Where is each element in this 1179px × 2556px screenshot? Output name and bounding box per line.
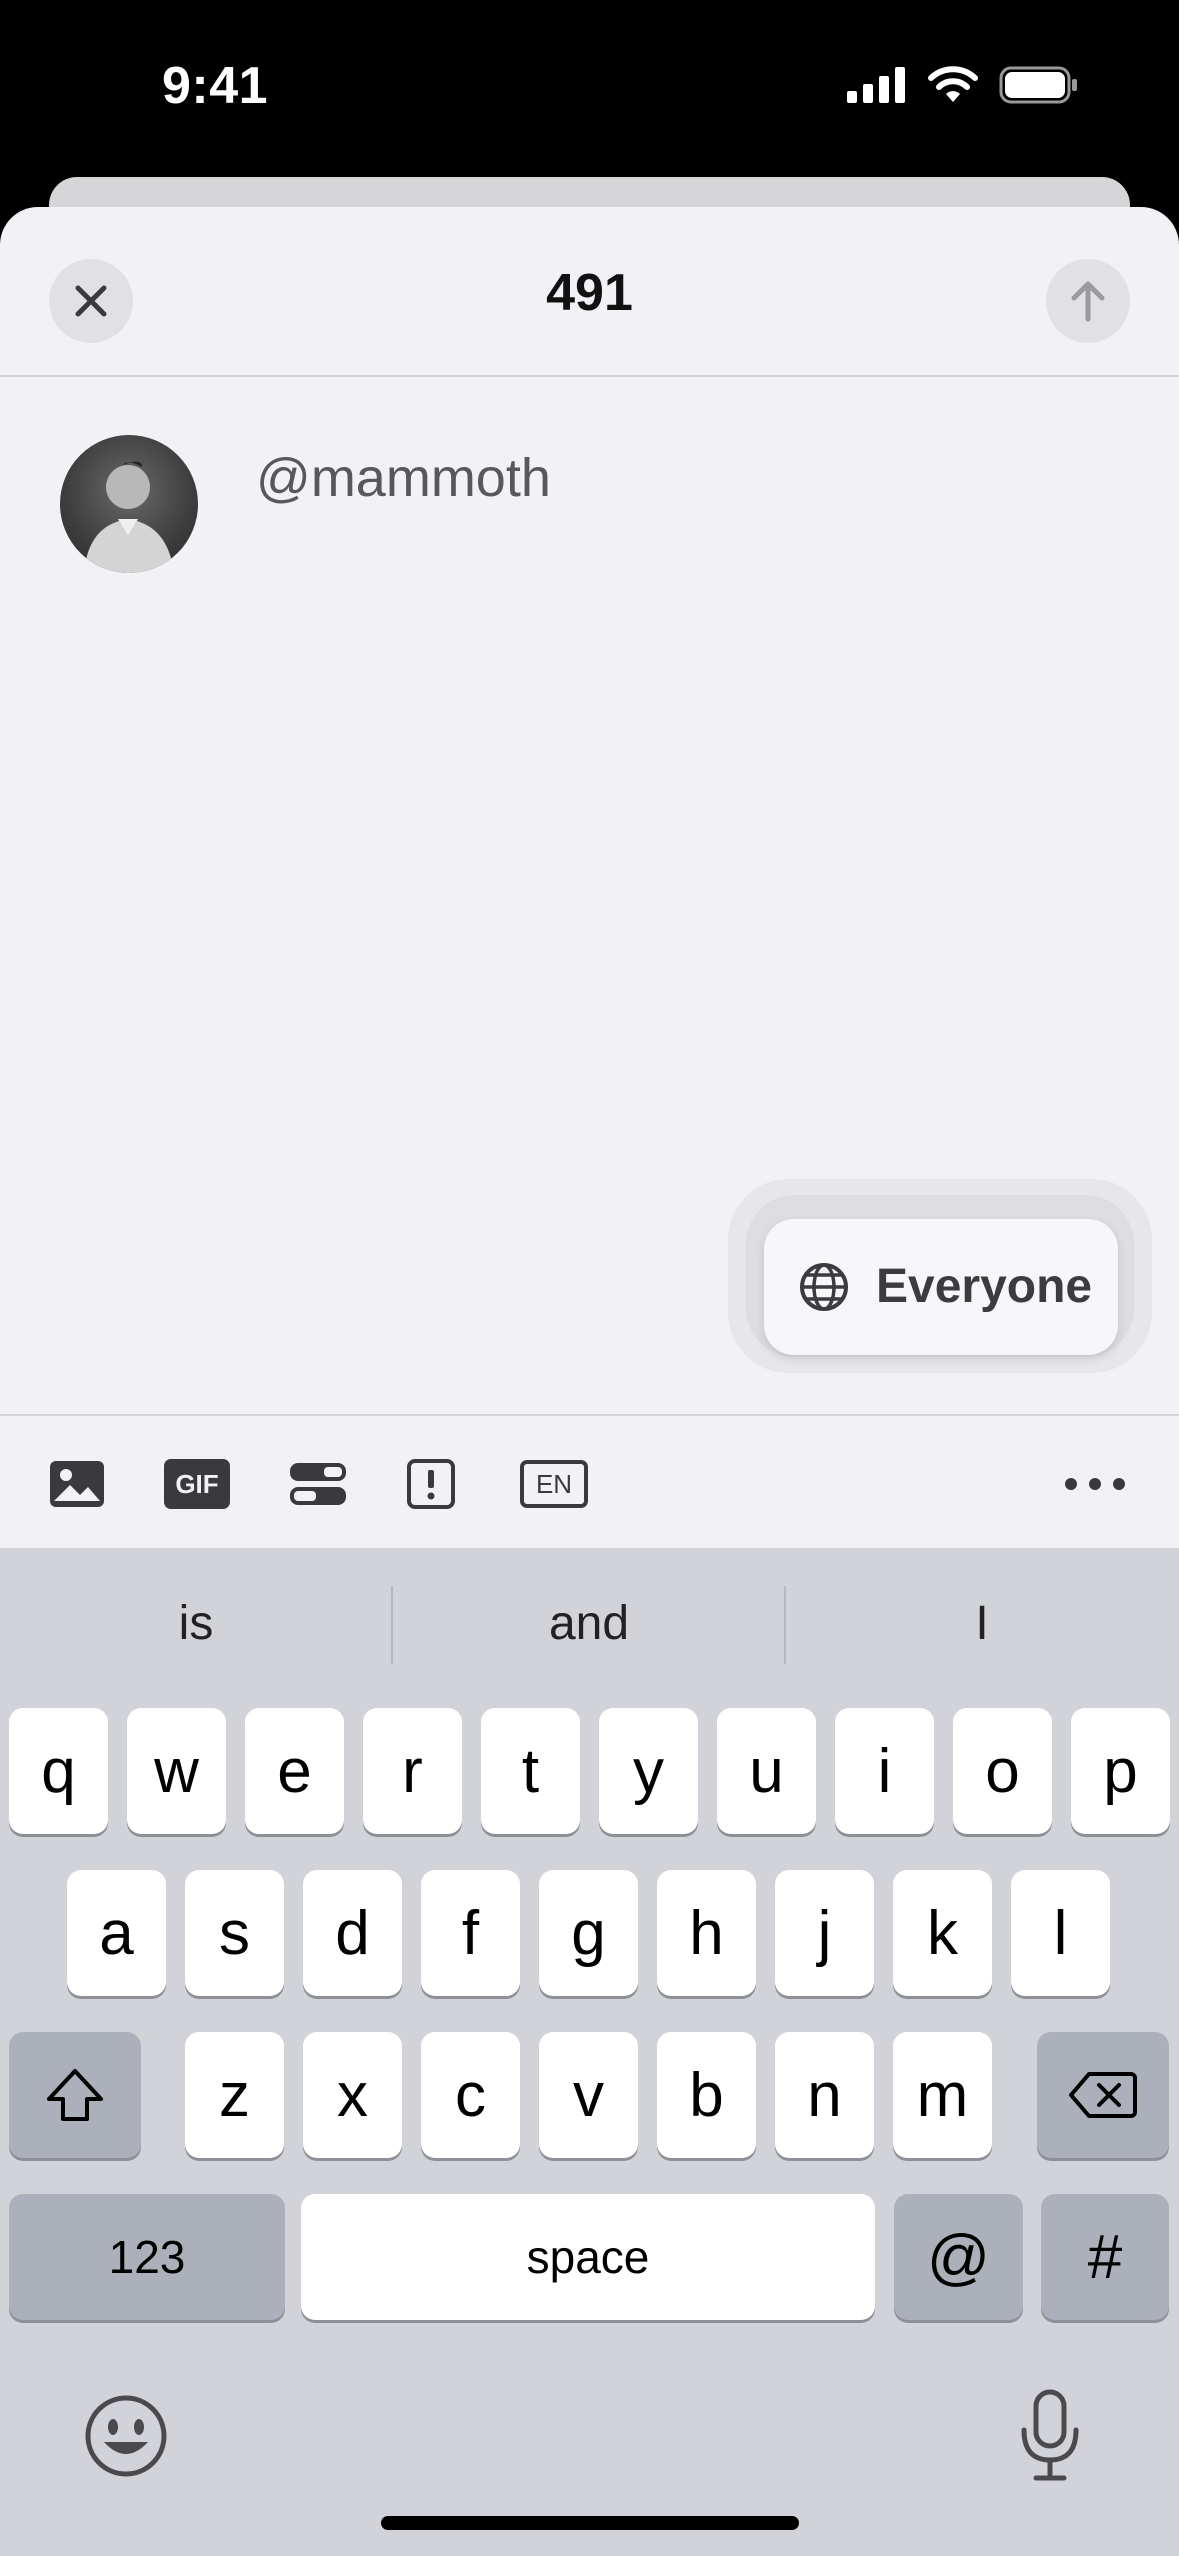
delete-key[interactable] <box>1037 2032 1169 2158</box>
suggestion-1[interactable]: is <box>0 1596 392 1651</box>
key-y[interactable]: y <box>599 1708 698 1834</box>
language-icon: EN <box>520 1460 588 1508</box>
add-image-button[interactable] <box>48 1454 106 1514</box>
cellular-signal-icon <box>847 67 905 103</box>
delete-icon <box>1069 2072 1137 2118</box>
battery-icon <box>999 66 1077 104</box>
key-p[interactable]: p <box>1071 1708 1170 1834</box>
compose-toolbar: GIF EN <box>0 1414 1179 1548</box>
key-l[interactable]: l <box>1011 1870 1110 1996</box>
key-f[interactable]: f <box>421 1870 520 1996</box>
emoji-icon <box>85 2395 167 2477</box>
suggestion-3[interactable]: I <box>786 1596 1178 1651</box>
add-poll-button[interactable] <box>288 1454 348 1514</box>
language-label: EN <box>535 1468 573 1499</box>
key-c[interactable]: c <box>421 2032 520 2158</box>
shift-key[interactable] <box>9 2032 141 2158</box>
more-icon <box>1065 1478 1125 1490</box>
key-m[interactable]: m <box>893 2032 992 2158</box>
gif-label: GIF <box>175 1468 219 1499</box>
key-w[interactable]: w <box>127 1708 226 1834</box>
shift-icon <box>47 2069 103 2121</box>
at-key[interactable]: @ <box>894 2194 1023 2320</box>
key-n[interactable]: n <box>775 2032 874 2158</box>
character-count: 491 <box>546 264 633 322</box>
compose-text-field[interactable]: @mammoth <box>256 447 551 509</box>
hash-key[interactable]: # <box>1041 2194 1169 2320</box>
key-v[interactable]: v <box>539 2032 638 2158</box>
status-bar: 9:41 <box>0 0 1179 175</box>
content-warning-button[interactable] <box>406 1454 456 1514</box>
status-time: 9:41 <box>162 57 269 115</box>
microphone-icon <box>1021 2389 1079 2481</box>
key-j[interactable]: j <box>775 1870 874 1996</box>
wifi-icon <box>928 66 978 102</box>
arrow-up-icon <box>1071 281 1105 322</box>
warning-icon <box>407 1459 455 1509</box>
emoji-button[interactable] <box>84 2394 168 2478</box>
suggestion-bar: is and I <box>0 1548 1179 1688</box>
numbers-key[interactable]: 123 <box>9 2194 285 2320</box>
key-x[interactable]: x <box>303 2032 402 2158</box>
more-options-button[interactable] <box>1064 1454 1126 1514</box>
key-q[interactable]: q <box>9 1708 108 1834</box>
key-h[interactable]: h <box>657 1870 756 1996</box>
key-e[interactable]: e <box>245 1708 344 1834</box>
photo-icon <box>50 1461 104 1507</box>
poll-icon <box>290 1463 346 1505</box>
key-b[interactable]: b <box>657 2032 756 2158</box>
add-gif-button[interactable]: GIF <box>164 1454 230 1514</box>
key-a[interactable]: a <box>67 1870 166 1996</box>
key-o[interactable]: o <box>953 1708 1052 1834</box>
suggestion-2[interactable]: and <box>393 1596 785 1651</box>
home-indicator <box>381 2516 799 2530</box>
key-r[interactable]: r <box>363 1708 462 1834</box>
status-icons <box>847 66 1079 104</box>
visibility-button[interactable]: Everyone <box>764 1219 1118 1355</box>
key-u[interactable]: u <box>717 1708 816 1834</box>
key-i[interactable]: i <box>835 1708 934 1834</box>
dictation-button[interactable] <box>1018 2388 1082 2484</box>
key-s[interactable]: s <box>185 1870 284 1996</box>
post-button[interactable] <box>1046 259 1130 343</box>
key-k[interactable]: k <box>893 1870 992 1996</box>
key-g[interactable]: g <box>539 1870 638 1996</box>
avatar <box>60 435 198 573</box>
visibility-label: Everyone <box>876 1260 1093 1313</box>
key-t[interactable]: t <box>481 1708 580 1834</box>
gif-icon: GIF <box>164 1459 230 1509</box>
profile-photo <box>84 461 174 573</box>
globe-icon <box>800 1263 848 1311</box>
language-button[interactable]: EN <box>520 1454 588 1514</box>
space-key[interactable]: space <box>301 2194 875 2320</box>
key-z[interactable]: z <box>185 2032 284 2158</box>
keyboard: is and I q w e r t y u i o p a s d f g h… <box>0 1548 1179 2556</box>
key-d[interactable]: d <box>303 1870 402 1996</box>
compose-header: 491 <box>0 207 1179 377</box>
